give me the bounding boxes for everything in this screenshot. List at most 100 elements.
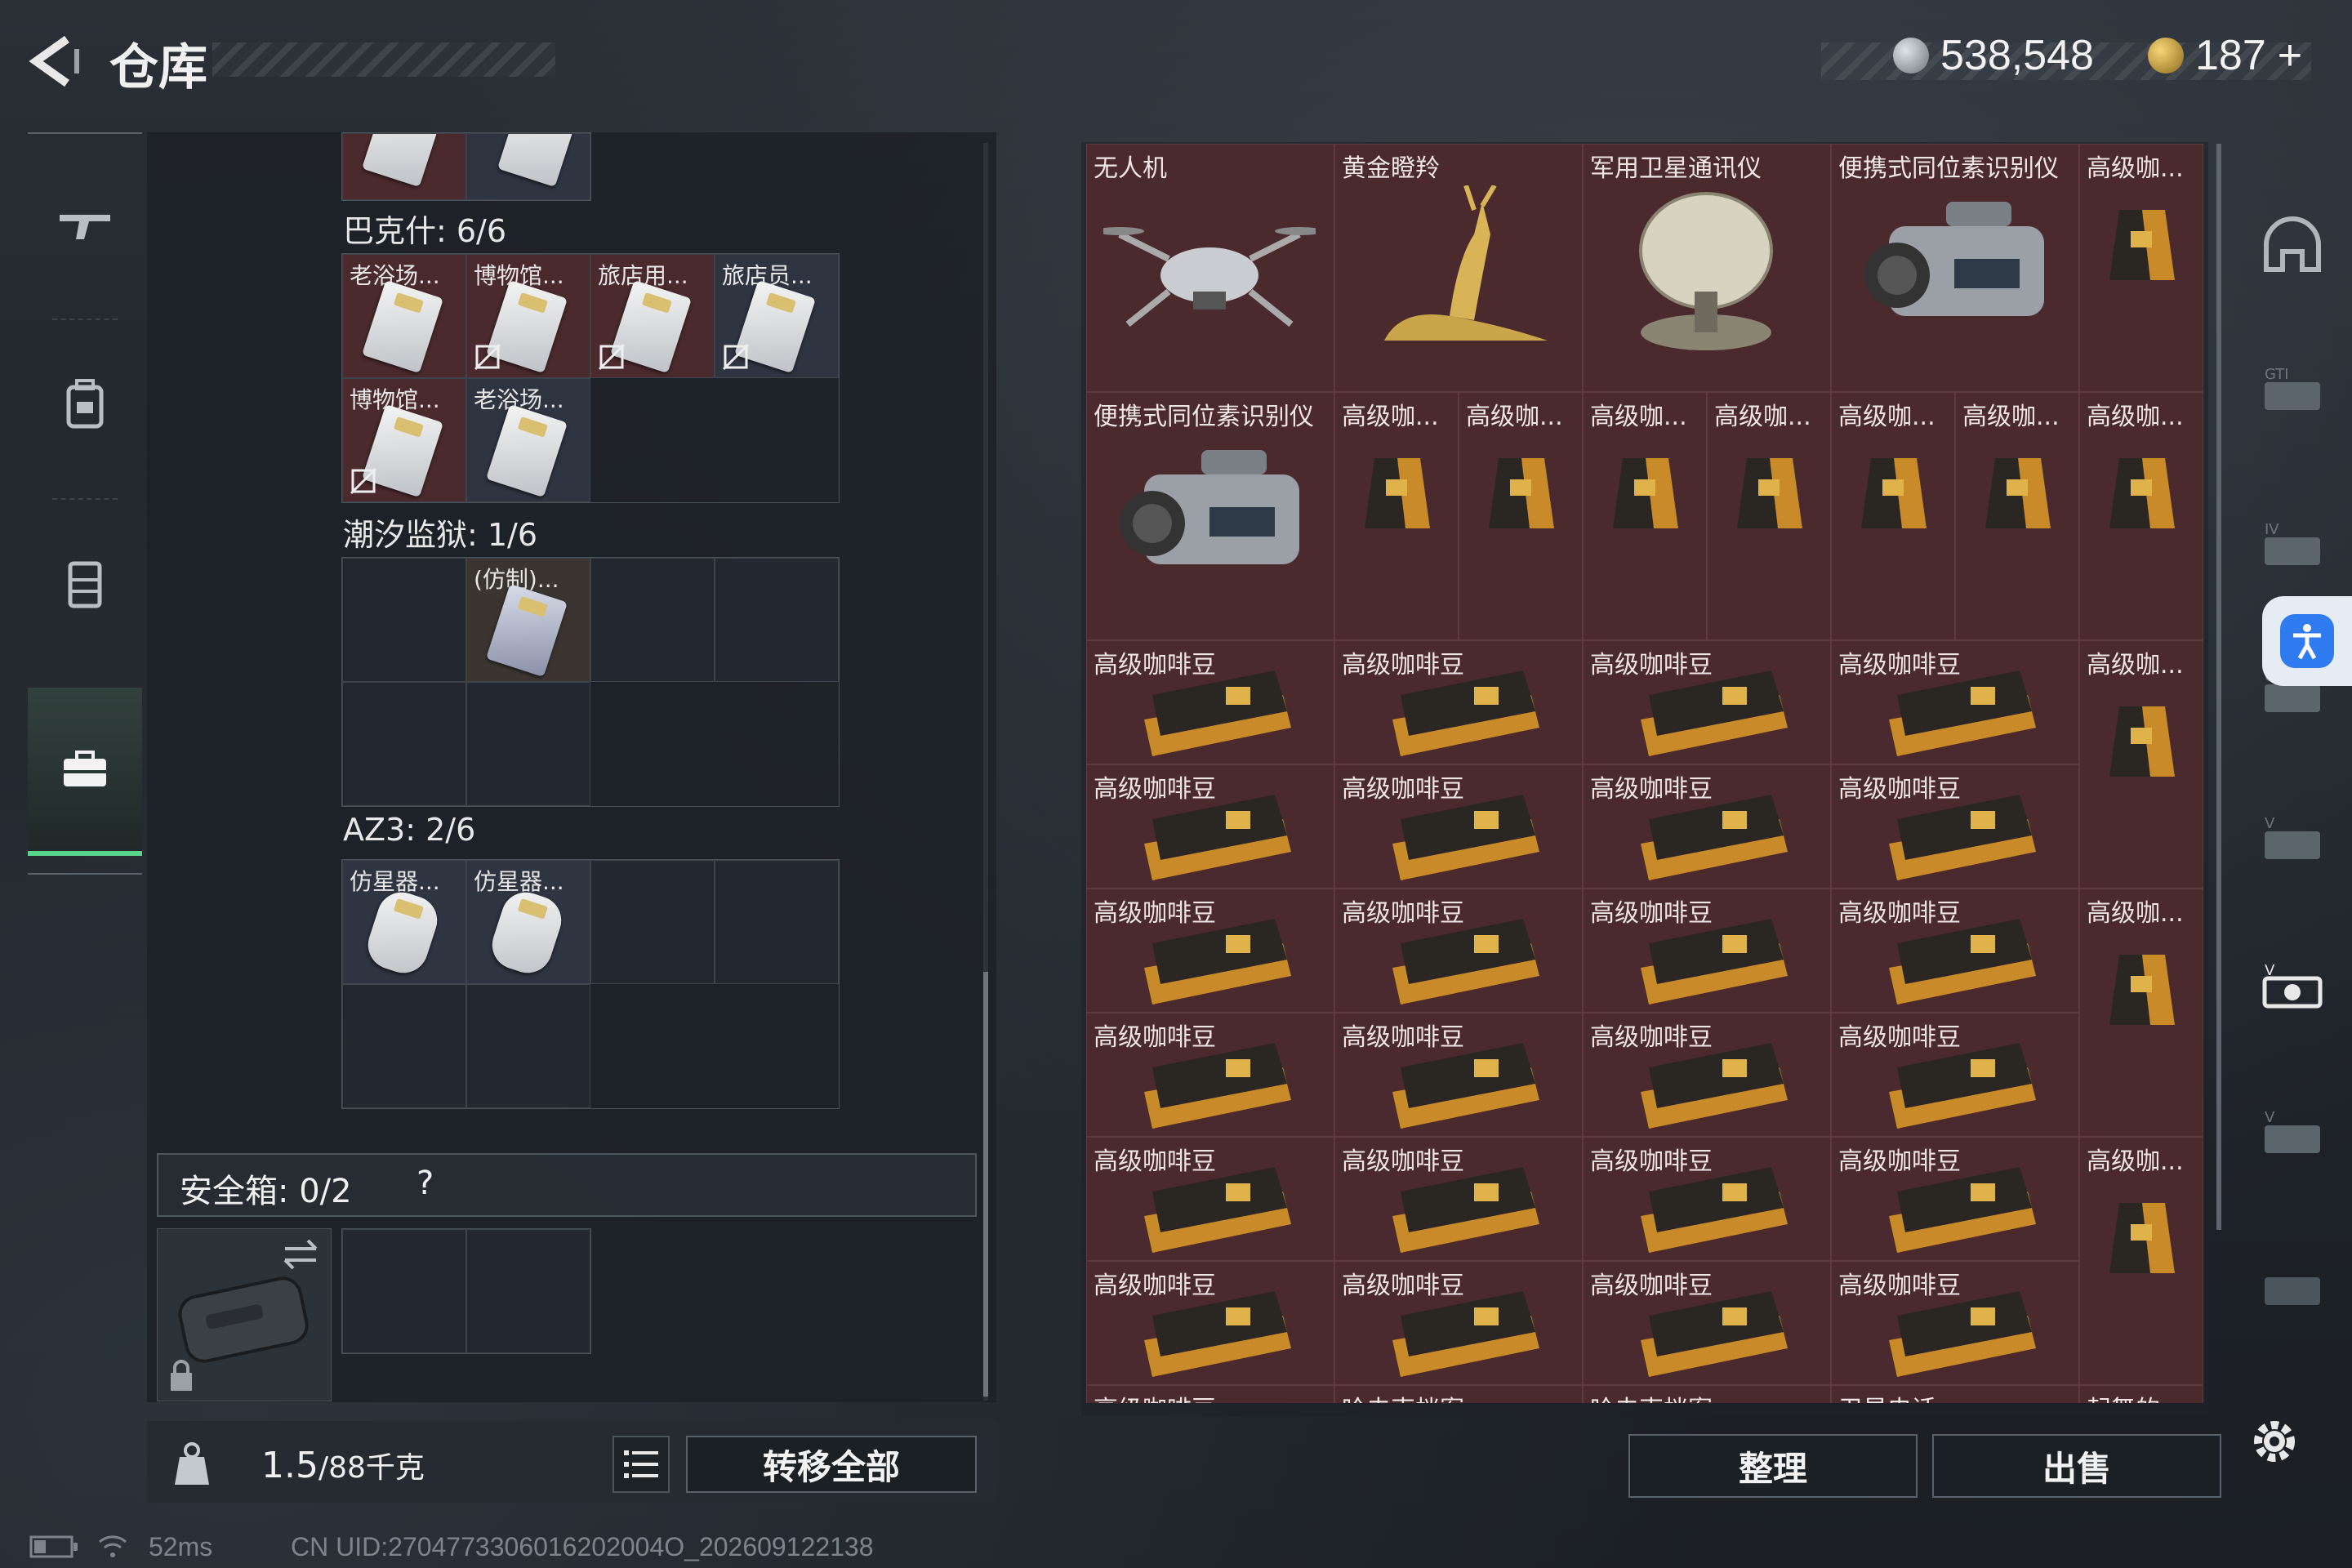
stash-item-coffee-pack[interactable]: 高级咖啡豆 xyxy=(1334,1137,1583,1261)
isotope-identifier-icon xyxy=(1864,202,2044,316)
stash-item-coffee-pack[interactable]: 高级咖啡豆 xyxy=(1086,1137,1334,1261)
item-slot[interactable]: 博物馆... xyxy=(342,378,466,502)
empty-slot[interactable] xyxy=(715,558,839,682)
stash-item-coffee-small[interactable]: 高级咖... xyxy=(1459,392,1583,640)
container-footer: 1.5/88千克 转移全部 xyxy=(147,1421,996,1503)
stash-item-coffee-pack[interactable]: 高级咖啡豆 xyxy=(1334,1261,1583,1385)
stash-item-coffee-pack[interactable]: 高级咖啡豆 xyxy=(1583,1261,1831,1385)
stash-item-coffee-small[interactable]: 高级咖... xyxy=(1831,392,1955,640)
coffee-bag-icon xyxy=(1737,458,1802,528)
settings-gear-icon[interactable] xyxy=(2246,1413,2303,1470)
sell-button[interactable]: 出售 xyxy=(1932,1434,2221,1498)
empty-slot[interactable] xyxy=(715,860,839,984)
stash-item-coffee-pack[interactable]: 高级咖啡豆 xyxy=(1583,640,1831,764)
coffee-pack-icon xyxy=(1641,919,1788,1004)
stash-item-isotope-identifier[interactable]: 便携式同位素识别仪 xyxy=(1086,392,1334,640)
gold-currency[interactable]: 187 + xyxy=(2148,31,2302,80)
empty-slot[interactable] xyxy=(342,1229,466,1353)
item-slot[interactable]: (仿制)... xyxy=(466,558,590,682)
stash-item-drone[interactable]: 无人机 xyxy=(1086,144,1334,392)
nav-backpack[interactable] xyxy=(28,322,142,485)
stash-item-coffee-pack[interactable]: 高级咖啡豆 xyxy=(1831,1261,2079,1385)
stash-item-coffee-pack[interactable]: 高级咖啡豆 xyxy=(1831,1137,2079,1261)
stash-item-coffee-pack[interactable]: 高级咖啡豆 xyxy=(1831,889,2079,1013)
stash-item-coffee-pack[interactable]: 高级咖啡豆 xyxy=(1831,640,2079,764)
item-slot[interactable]: 仿星器... xyxy=(342,860,466,984)
stash-item-partial[interactable]: 卫星电话 xyxy=(1831,1385,2079,1403)
stash-item-coffee-small[interactable]: 高级咖... xyxy=(1707,392,1831,640)
item-slot[interactable] xyxy=(466,133,590,200)
stash-item-coffee-small[interactable]: 高级咖... xyxy=(2079,392,2203,640)
item-slot[interactable]: 老浴场... xyxy=(342,254,466,378)
left-scrollbar-thumb[interactable] xyxy=(983,972,988,1396)
nav-vest[interactable] xyxy=(28,501,142,665)
stash-item-coffee-pack[interactable]: 高级咖啡豆 xyxy=(1086,1013,1334,1137)
item-slot[interactable]: 博物馆... xyxy=(466,254,590,378)
accessibility-button[interactable] xyxy=(2262,596,2352,686)
transfer-all-button[interactable]: 转移全部 xyxy=(686,1436,977,1493)
gold-add-button[interactable]: + xyxy=(2278,31,2302,80)
nav-case[interactable] xyxy=(28,688,142,856)
stash-item-coffee-small[interactable]: 高级咖... xyxy=(1583,392,1707,640)
stash-item-coffee-pack[interactable]: 高级咖啡豆 xyxy=(1334,640,1583,764)
stash-item-isotope-identifier[interactable]: 便携式同位素识别仪 xyxy=(1831,144,2079,392)
keycard-icon xyxy=(497,134,580,188)
stash-item-coffee-small[interactable]: 高级咖... xyxy=(1955,392,2079,640)
stash-item-coffee-pack[interactable]: 高级咖啡豆 xyxy=(1086,1261,1334,1385)
right-nav-v-active[interactable]: V xyxy=(2249,926,2336,1049)
stash-item-coffee-pack[interactable]: 高级咖啡豆 xyxy=(1831,1013,2079,1137)
stash-item-coffee-pack[interactable]: 高级咖啡豆 xyxy=(1086,764,1334,889)
stash-item-coffee-pack[interactable]: 高级咖啡豆 xyxy=(1086,640,1334,764)
stash-item-coffee-pack[interactable]: 高级咖啡豆 xyxy=(1583,764,1831,889)
back-arrow-icon[interactable] xyxy=(24,33,82,90)
right-nav-gti[interactable]: GTI xyxy=(2249,330,2336,452)
satellite-dish-icon xyxy=(1639,192,1773,350)
stash-item-partial[interactable]: 起舞的... xyxy=(2079,1385,2203,1403)
empty-slot[interactable] xyxy=(342,984,466,1108)
list-view-button[interactable] xyxy=(612,1436,670,1493)
empty-slot[interactable] xyxy=(466,682,590,806)
stash-item-coffee-small[interactable]: 高级咖... xyxy=(2079,640,2203,889)
stash-item-coffee-pack[interactable]: 高级咖啡豆 xyxy=(1831,764,2079,889)
stash-item-coffee-pack[interactable]: 高级咖啡豆 xyxy=(1334,889,1583,1013)
stash-item-coffee-small[interactable]: 高级咖... xyxy=(2079,889,2203,1137)
item-slot[interactable]: 老浴场... xyxy=(466,378,590,502)
empty-slot[interactable] xyxy=(466,1229,590,1353)
stash-item-coffee-pack[interactable]: 高级咖啡豆 xyxy=(1086,889,1334,1013)
safe-box-container[interactable] xyxy=(157,1228,332,1401)
right-nav-v[interactable]: V xyxy=(2249,779,2336,902)
right-nav-v3[interactable]: V xyxy=(2249,1073,2336,1196)
empty-slot[interactable] xyxy=(466,984,590,1108)
empty-slot[interactable] xyxy=(590,860,715,984)
stash-item-coffee-pack[interactable]: 高级咖啡豆 xyxy=(1583,1137,1831,1261)
item-slot[interactable]: 旅店员... xyxy=(715,254,839,378)
swap-icon[interactable] xyxy=(280,1237,321,1270)
item-slot[interactable] xyxy=(342,133,466,200)
stash-item-coffee-pack[interactable]: 高级咖啡豆 xyxy=(1334,1013,1583,1137)
stash-item-partial[interactable]: 高级咖啡豆 xyxy=(1086,1385,1334,1403)
stash-scrollbar[interactable] xyxy=(2216,144,2221,1230)
stash-item-coffee-small[interactable]: 高级咖... xyxy=(1334,392,1459,640)
stash-item-coffee-pack[interactable]: 高级咖啡豆 xyxy=(1583,1013,1831,1137)
empty-slot[interactable] xyxy=(590,558,715,682)
item-slot[interactable]: 仿星器... xyxy=(466,860,590,984)
stash-item-coffee-pack[interactable]: 高级咖啡豆 xyxy=(1334,764,1583,889)
stash-item-coffee-small[interactable]: 高级咖... xyxy=(2079,1137,2203,1385)
stash-item-partial[interactable]: 哈夫克档案 xyxy=(1334,1385,1583,1403)
organize-button[interactable]: 整理 xyxy=(1628,1434,1918,1498)
nav-weapons[interactable] xyxy=(28,142,142,305)
empty-slot[interactable] xyxy=(342,558,466,682)
right-nav-helmet[interactable] xyxy=(2249,183,2336,305)
coffee-bag-icon xyxy=(1365,458,1430,528)
item-slot[interactable]: 旅店用... xyxy=(590,254,715,378)
stash-item-partial[interactable]: 哈夫克档案 xyxy=(1583,1385,1831,1403)
right-nav-plain[interactable] xyxy=(2249,1228,2336,1351)
right-nav-iv[interactable]: IV xyxy=(2249,485,2336,608)
keycard-icon xyxy=(485,403,568,498)
stash-item-satellite-comm[interactable]: 军用卫星通讯仪 xyxy=(1583,144,1831,392)
safe-box-help-button[interactable]: ? xyxy=(416,1165,434,1202)
stash-item-coffee-small[interactable]: 高级咖... xyxy=(2079,144,2203,392)
stash-item-golden-gazelle[interactable]: 黄金瞪羚 xyxy=(1334,144,1583,392)
empty-slot[interactable] xyxy=(342,682,466,806)
stash-item-coffee-pack[interactable]: 高级咖啡豆 xyxy=(1583,889,1831,1013)
